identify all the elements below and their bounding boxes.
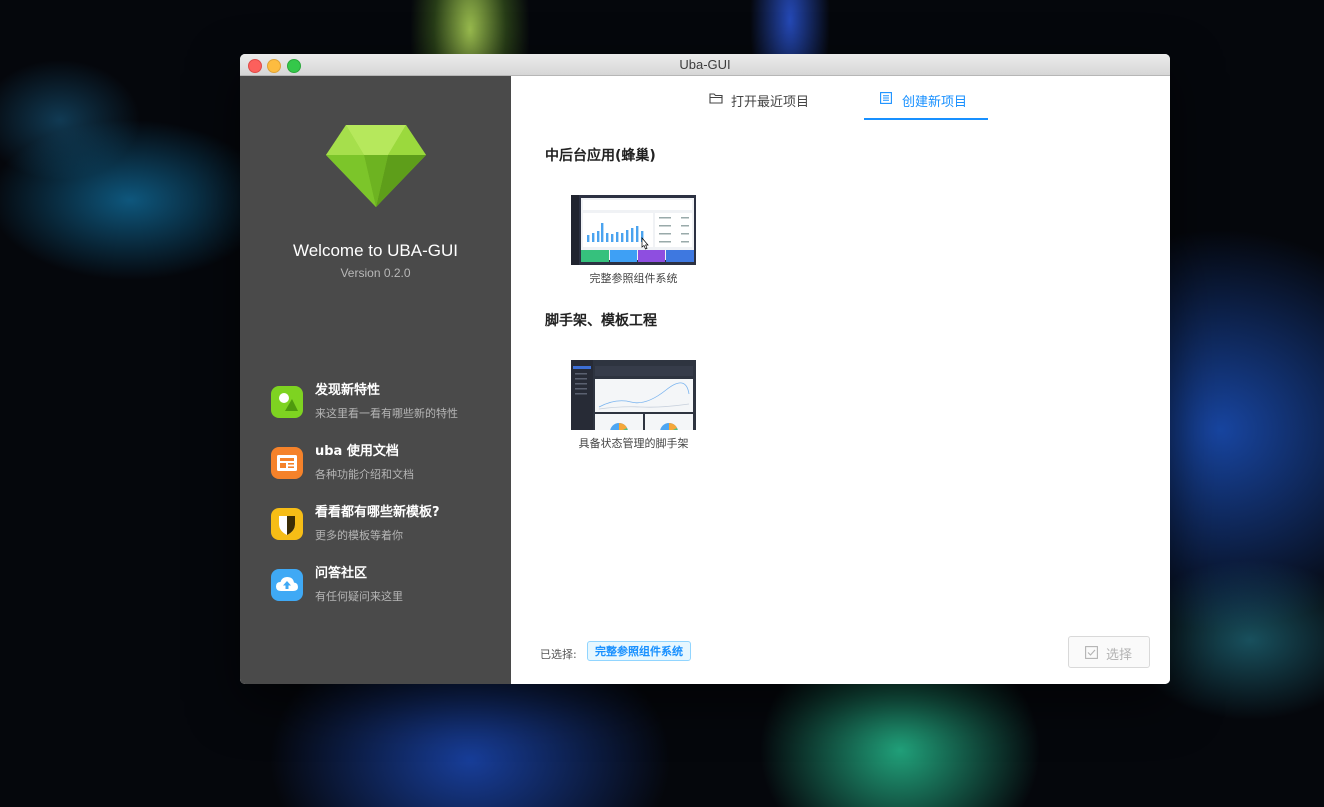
folder-icon (709, 93, 723, 104)
shield-icon (271, 508, 303, 540)
checkbox-icon (1085, 646, 1098, 659)
sidebar-item-templates[interactable]: 看看都有哪些新模板? 更多的模板等着你 (271, 501, 501, 547)
sidebar-item-desc: 各种功能介绍和文档 (315, 468, 414, 481)
template-caption: 完整参照组件系统 (589, 272, 678, 285)
select-button-label: 选择 (1106, 648, 1133, 663)
version-text: Version 0.2.0 (340, 266, 411, 280)
template-thumbnail (571, 360, 696, 430)
tab-open-recent[interactable]: 打开最近项目 (709, 76, 819, 120)
cloud-upload-icon (271, 569, 303, 601)
sidebar: Welcome to UBA-GUI Version 0.2.0 发现新特性 来… (240, 76, 511, 684)
sidebar-item-title: uba 使用文档 (315, 444, 399, 459)
sidebar-item-desc: 有任何疑问来这里 (315, 590, 403, 603)
sidebar-item-desc: 更多的模板等着你 (315, 529, 403, 542)
document-icon (271, 447, 303, 479)
sidebar-item-title: 问答社区 (315, 566, 368, 581)
sidebar-item-community[interactable]: 问答社区 有任何疑问来这里 (271, 562, 501, 608)
list-icon (880, 92, 892, 104)
title-bar[interactable]: Uba-GUI (240, 54, 1170, 76)
sidebar-item-new-features[interactable]: 发现新特性 来这里看一看有哪些新的特性 (271, 379, 501, 425)
main-panel: 打开最近项目 创建新项目 中后台应用(蜂巢) 完整参照组件系统 脚手架、模板工程… (511, 76, 1170, 684)
tab-bar: 打开最近项目 创建新项目 (511, 76, 1170, 120)
section-title-admin: 中后台应用(蜂巢) (545, 148, 656, 164)
picture-icon (271, 386, 303, 418)
selected-label: 已选择: (540, 648, 577, 661)
tab-label: 打开最近项目 (731, 95, 810, 110)
tab-label: 创建新项目 (902, 95, 968, 110)
selected-template-tag: 完整参照组件系统 (587, 641, 691, 661)
sidebar-item-title: 看看都有哪些新模板? (315, 505, 440, 520)
select-button[interactable]: 选择 (1068, 636, 1150, 668)
template-caption: 具备状态管理的脚手架 (578, 437, 689, 450)
diamond-logo-icon (326, 125, 426, 207)
tab-create-project[interactable]: 创建新项目 (864, 76, 988, 120)
sidebar-item-docs[interactable]: uba 使用文档 各种功能介绍和文档 (271, 440, 501, 486)
sidebar-item-title: 发现新特性 (315, 383, 381, 398)
app-window: Uba-GUI Welcome to UBA-GUI Version 0.2.0… (240, 54, 1170, 684)
window-title: Uba-GUI (679, 57, 731, 72)
template-thumbnail (571, 195, 696, 265)
welcome-heading: Welcome to UBA-GUI (292, 241, 458, 260)
sidebar-item-desc: 来这里看一看有哪些新的特性 (315, 407, 458, 420)
section-title-scaffold: 脚手架、模板工程 (545, 313, 657, 329)
